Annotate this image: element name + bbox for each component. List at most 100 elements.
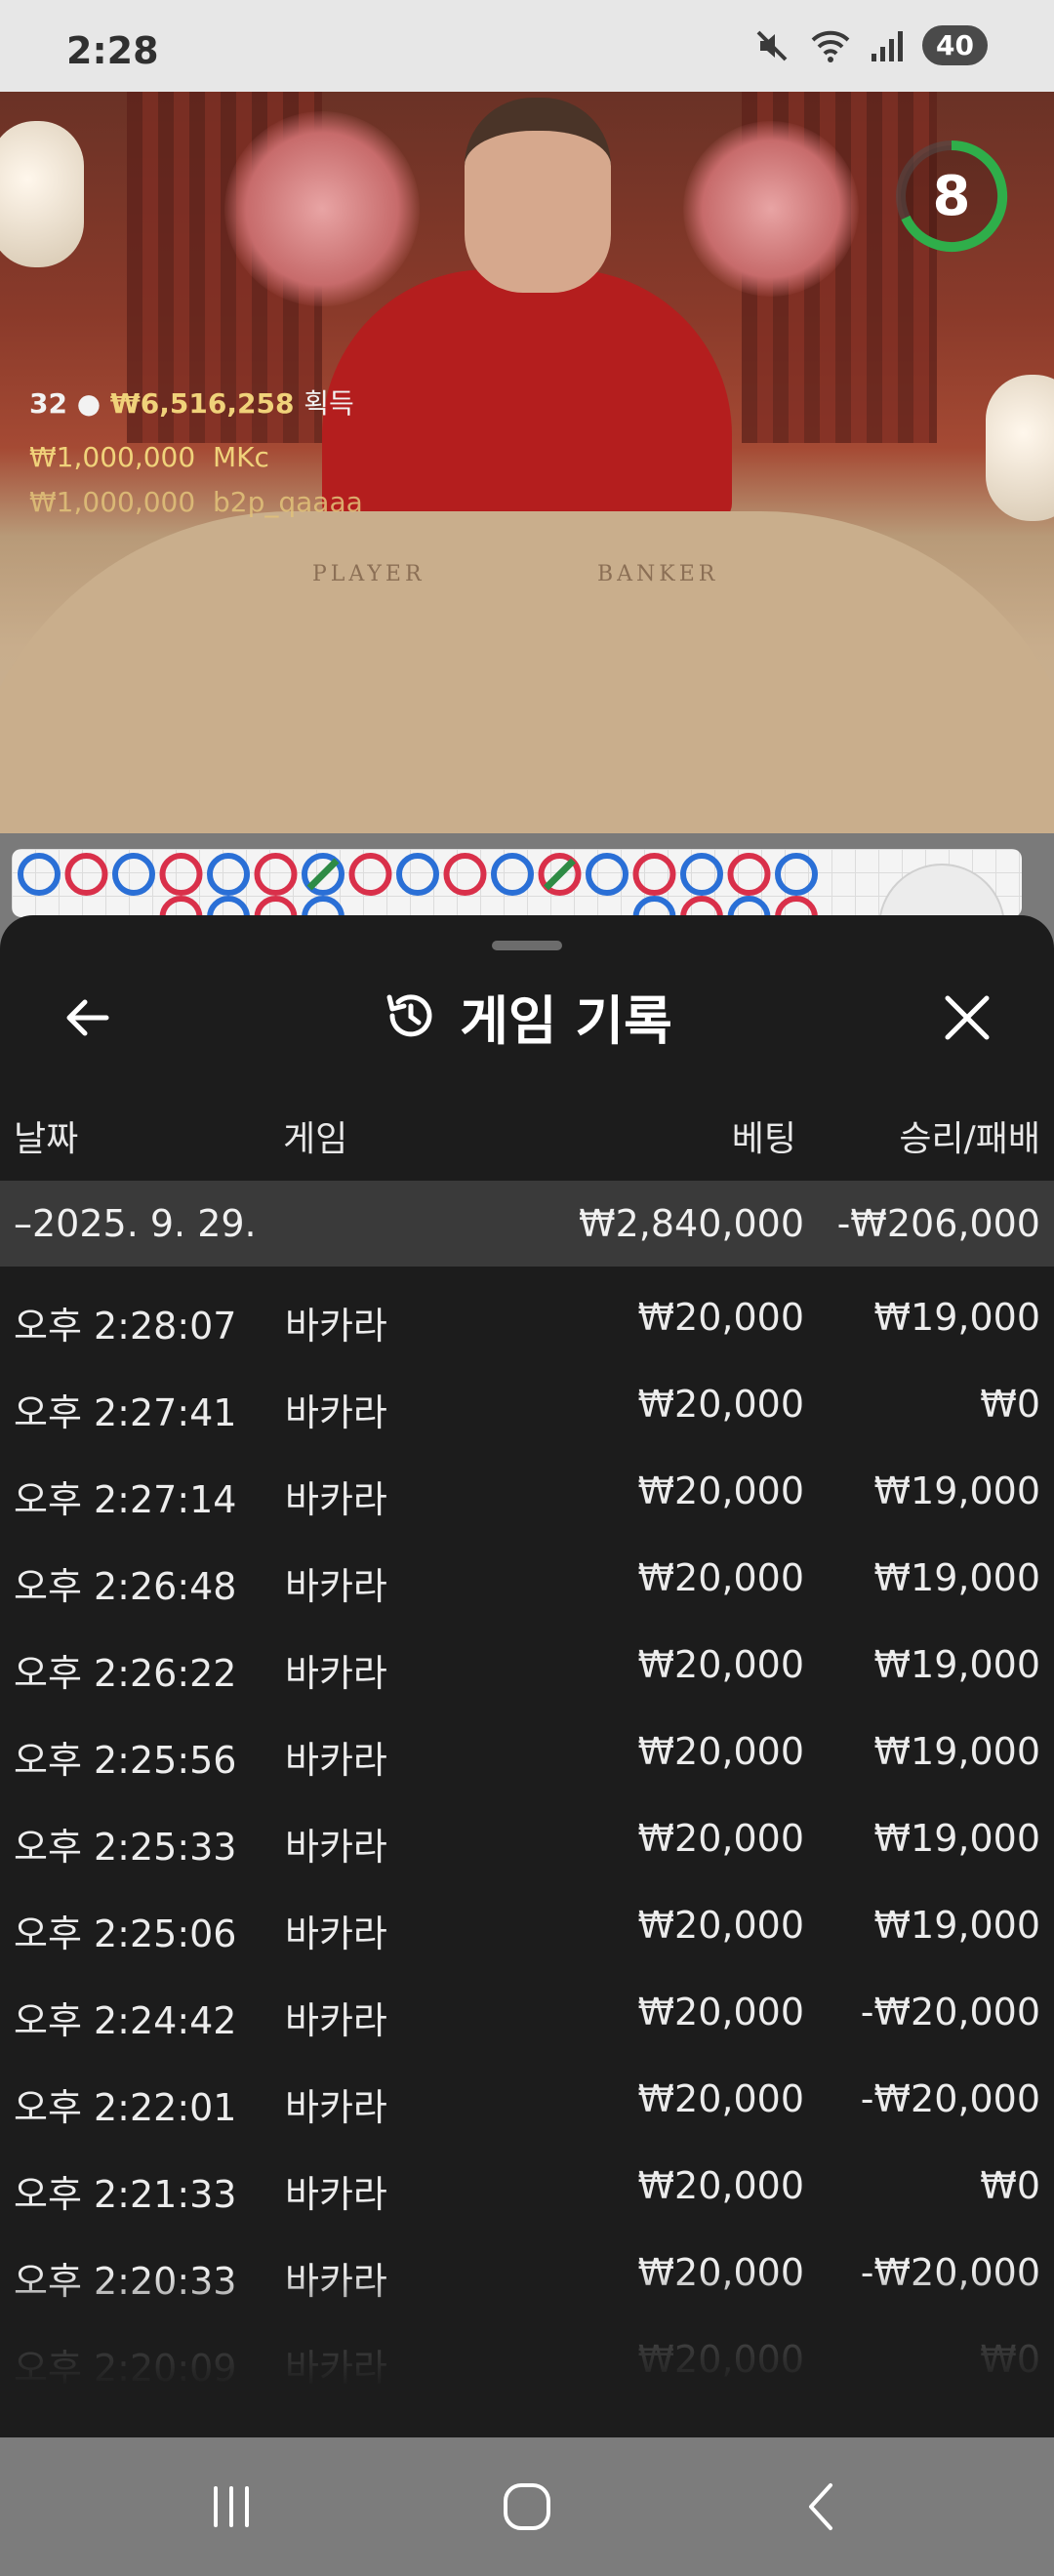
column-winloss: 승리/패배: [899, 1119, 1040, 1159]
row-winloss: -₩20,000: [860, 2077, 1040, 2120]
row-game: 바카라: [285, 1652, 387, 1695]
row-game: 바카라: [285, 1826, 387, 1869]
winner-entry: ₩1,000,000 b2p_qaaaa: [29, 486, 363, 518]
app-screen: 2:28 40 PLAYER BANKER 32 ● ₩6,516,258 획득…: [0, 0, 1054, 2576]
column-game: 게임: [283, 1119, 348, 1159]
sheet-handle[interactable]: [492, 941, 562, 950]
row-bet: ₩20,000: [637, 2077, 804, 2120]
dealer-head: [465, 98, 611, 293]
bead-road[interactable]: [12, 849, 1022, 917]
row-winloss: ₩19,000: [873, 1817, 1040, 1860]
sheet-title: 게임 기록: [460, 989, 672, 1052]
row-bet: ₩20,000: [637, 1643, 804, 1686]
blossom-decor: [683, 121, 859, 297]
history-row[interactable]: 오후 2:24:42 바카라 ₩20,000 -₩20,000: [0, 1991, 1054, 2077]
row-game: 바카라: [285, 1478, 387, 1521]
banker-mark: [632, 853, 676, 896]
table-label-banker: BANKER: [597, 562, 719, 586]
row-bet: ₩20,000: [637, 1904, 804, 1947]
winner-entry: ₩1,000,000 MKc: [29, 441, 269, 473]
person-icon: ●: [76, 387, 101, 420]
winners-total: ₩6,516,258: [109, 387, 295, 420]
winner-amount: ₩1,000,000: [29, 486, 196, 518]
history-row[interactable]: 오후 2:26:48 바카라 ₩20,000 ₩19,000: [0, 1556, 1054, 1643]
back-nav-button[interactable]: [779, 2473, 867, 2541]
history-row[interactable]: 오후 2:26:22 바카라 ₩20,000 ₩19,000: [0, 1643, 1054, 1730]
row-time: 오후 2:26:48: [14, 1565, 237, 1608]
history-row[interactable]: 오후 2:21:33 바카라 ₩20,000 ₩0: [0, 2164, 1054, 2251]
status-icons: 40: [752, 25, 988, 65]
home-icon: [504, 2483, 550, 2530]
row-winloss: ₩19,000: [873, 1469, 1040, 1512]
history-row[interactable]: 오후 2:27:41 바카라 ₩20,000 ₩0: [0, 1383, 1054, 1469]
row-winloss: ₩0: [980, 2164, 1040, 2207]
row-winloss: ₩19,000: [873, 1556, 1040, 1599]
player-mark: [775, 853, 818, 896]
player-mark: [18, 853, 61, 896]
history-row[interactable]: 오후 2:25:56 바카라 ₩20,000 ₩19,000: [0, 1730, 1054, 1817]
date-group-bet: ₩2,840,000: [579, 1202, 804, 1245]
player-mark: [207, 853, 250, 896]
player-mark: [680, 853, 723, 896]
tie-slash: [306, 858, 340, 891]
player-mark: [396, 853, 439, 896]
navigation-bar: [0, 2437, 1054, 2576]
row-game: 바카라: [285, 2173, 387, 2216]
player-mark: [112, 853, 155, 896]
dealer-figure: [322, 269, 732, 523]
row-bet: ₩20,000: [637, 1556, 804, 1599]
signal-icon: [872, 30, 904, 61]
date-group-row[interactable]: –2025. 9. 29. ₩2,840,000 -₩206,000: [0, 1181, 1054, 1267]
history-row[interactable]: 오후 2:27:14 바카라 ₩20,000 ₩19,000: [0, 1469, 1054, 1556]
winners-suffix: 획득: [304, 387, 354, 420]
date-group-date: –2025. 9. 29.: [14, 1202, 257, 1245]
banker-mark: [727, 853, 771, 896]
history-row[interactable]: 오후 2:22:01 바카라 ₩20,000 -₩20,000: [0, 2077, 1054, 2164]
row-time: 오후 2:22:01: [14, 2086, 237, 2129]
recents-button[interactable]: [187, 2473, 275, 2541]
tie-slash: [544, 858, 576, 891]
lantern-decor: [0, 121, 84, 267]
history-row[interactable]: 오후 2:28:07 바카라 ₩20,000 ₩19,000: [0, 1296, 1054, 1383]
banker-mark: [159, 853, 203, 896]
banker-mark: [254, 853, 298, 896]
row-winloss: ₩19,000: [873, 1730, 1040, 1773]
close-button[interactable]: [933, 984, 1001, 1052]
player-mark: [491, 853, 534, 896]
history-list: 오후 2:28:07 바카라 ₩20,000 ₩19,000 오후 2:27:41 바카라…: [0, 1296, 1054, 2425]
mute-icon: [756, 30, 788, 60]
back-icon: [809, 2483, 832, 2530]
live-video[interactable]: PLAYER BANKER 32 ● ₩6,516,258 획득 ₩1,000,…: [0, 92, 1054, 833]
banker-mark: [348, 853, 392, 896]
row-bet: ₩20,000: [637, 1469, 804, 1512]
row-bet: ₩20,000: [637, 1991, 804, 2033]
wifi-icon: [811, 30, 850, 62]
row-bet: ₩20,000: [637, 1817, 804, 1860]
history-row[interactable]: 오후 2:25:06 바카라 ₩20,000 ₩19,000: [0, 1904, 1054, 1991]
road-marks: [18, 853, 818, 917]
winner-name: b2p_qaaaa: [213, 486, 363, 518]
home-button[interactable]: [483, 2473, 571, 2541]
countdown-value: 8: [933, 165, 971, 228]
row-winloss: ₩0: [980, 1383, 1040, 1426]
row-time: 오후 2:26:22: [14, 1652, 237, 1695]
recents-icon: [214, 2486, 249, 2527]
close-icon: [945, 995, 990, 1040]
row-game: 바카라: [285, 2086, 387, 2129]
row-winloss: ₩19,000: [873, 1643, 1040, 1686]
date-group-winloss: -₩206,000: [836, 1202, 1040, 1245]
row-game: 바카라: [285, 1565, 387, 1608]
row-time: 오후 2:28:07: [14, 1305, 237, 1348]
row-winloss: ₩19,000: [873, 1904, 1040, 1947]
history-row[interactable]: 오후 2:25:33 바카라 ₩20,000 ₩19,000: [0, 1817, 1054, 1904]
row-bet: ₩20,000: [637, 1730, 804, 1773]
blossom-decor: [224, 111, 420, 306]
row-winloss: -₩20,000: [860, 1991, 1040, 2033]
row-game: 바카라: [285, 1391, 387, 1434]
lantern-decor: [986, 375, 1054, 521]
status-bar: 2:28 40: [0, 0, 1054, 92]
game-history-sheet: 게임 기록 날짜 게임 베팅 승리/패배 –2025. 9. 29. ₩2,84…: [0, 915, 1054, 2437]
column-date: 날짜: [14, 1119, 79, 1159]
row-time: 오후 2:27:14: [14, 1478, 237, 1521]
winners-count: 32: [29, 387, 67, 420]
